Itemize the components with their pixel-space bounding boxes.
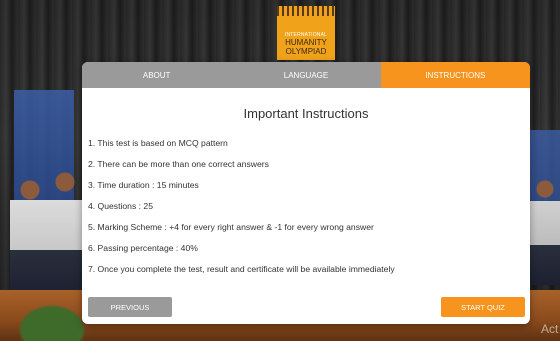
list-item: 6. Passing percentage : 40%: [88, 243, 198, 253]
tab-instructions[interactable]: INSTRUCTIONS: [380, 62, 530, 88]
tab-language[interactable]: LANGUAGE: [231, 62, 381, 88]
audience-left: [10, 170, 85, 295]
list-item: 1. This test is based on MCQ pattern: [88, 138, 228, 148]
start-quiz-button[interactable]: START QUIZ: [441, 297, 525, 317]
tab-bar: ABOUT LANGUAGE INSTRUCTIONS: [82, 62, 530, 88]
activation-watermark: Act: [541, 322, 559, 336]
list-item: 2. There can be more than one correct an…: [88, 159, 269, 169]
list-item: 7. Once you complete the test, result an…: [88, 264, 395, 274]
olympiad-logo: INTERNATIONAL HUMANITY OLYMPIAD: [277, 6, 335, 60]
audience-right: [530, 175, 560, 285]
logo-line2: HUMANITY: [285, 38, 327, 47]
instructions-list: 1. This test is based on MCQ pattern 2. …: [82, 133, 530, 280]
tab-about[interactable]: ABOUT: [82, 62, 232, 88]
logo-line3: OLYMPIAD: [285, 47, 327, 56]
logo-stripes: [277, 6, 335, 16]
list-item: 5. Marking Scheme : +4 for every right a…: [88, 222, 374, 232]
card-footer: PREVIOUS START QUIZ: [82, 297, 530, 319]
instructions-card: ABOUT LANGUAGE INSTRUCTIONS Important In…: [82, 62, 530, 324]
plant-decoration: [12, 300, 92, 341]
list-item: 4. Questions : 25: [88, 201, 153, 211]
page-title: Important Instructions: [243, 106, 369, 121]
list-item: 3. Time duration : 15 minutes: [88, 180, 199, 190]
previous-button[interactable]: PREVIOUS: [88, 297, 172, 317]
